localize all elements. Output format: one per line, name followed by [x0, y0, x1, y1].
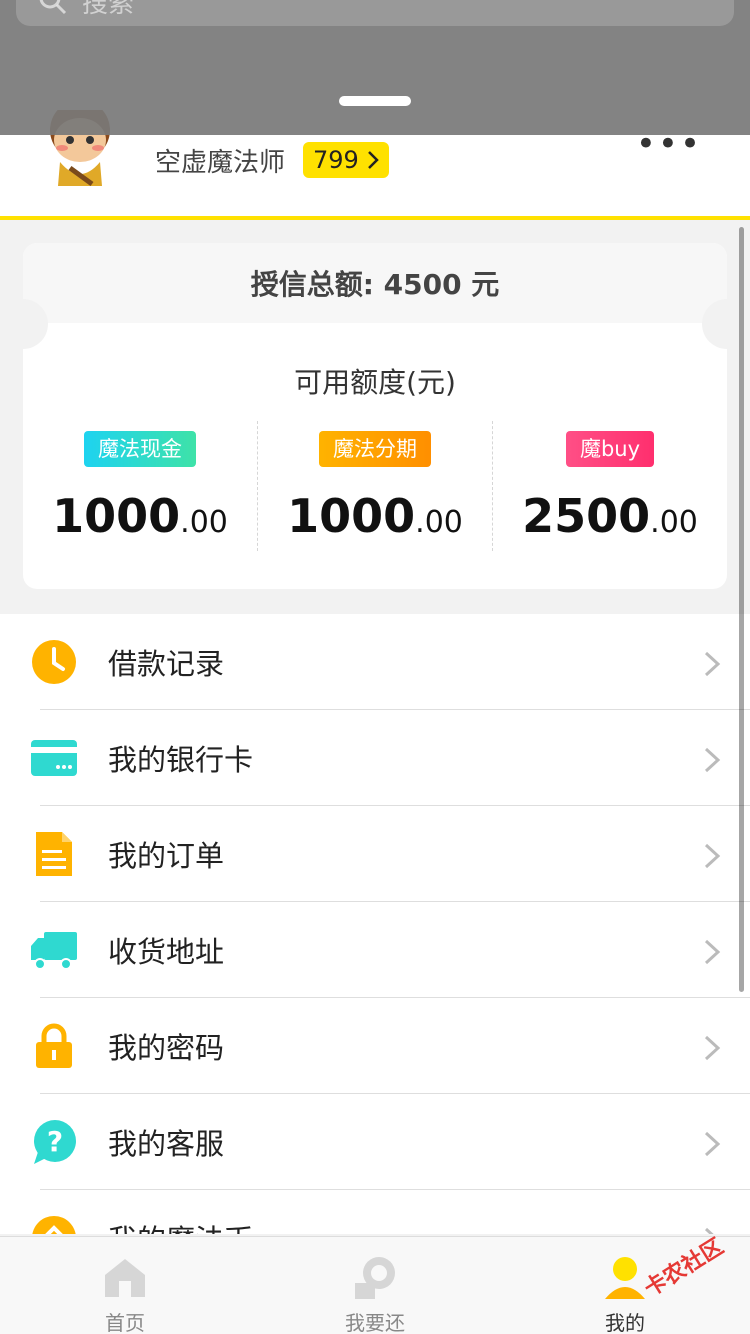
product-amount: 2500.00: [522, 489, 698, 543]
chevron-right-icon: [704, 747, 721, 773]
pull-handle[interactable]: [339, 96, 411, 106]
menu-item-customer-service[interactable]: ? 我的客服: [0, 1094, 750, 1190]
product-tag: 魔法分期: [319, 431, 431, 467]
menu-item-magic-coins[interactable]: 我的魔法币: [0, 1190, 750, 1234]
menu-item-label: 我的魔法币: [108, 1217, 253, 1234]
coin-icon: [32, 1216, 76, 1234]
product-tag: 魔buy: [565, 431, 655, 467]
tab-home[interactable]: 首页: [0, 1237, 250, 1334]
menu-item-loan-records[interactable]: 借款记录: [0, 614, 750, 710]
card-notch-left: [0, 299, 48, 349]
credit-products: 魔法现金 1000.00 魔法分期 1000.00 魔buy 2500.00: [23, 421, 727, 551]
nickname: 空虚魔法师: [155, 148, 286, 178]
menu-item-bank-card[interactable]: 我的银行卡: [0, 710, 750, 806]
search-input[interactable]: 搜索: [16, 0, 734, 26]
delivery-truck-icon: [31, 932, 77, 970]
menu-item-label: 我的客服: [108, 1127, 225, 1161]
home-icon: [105, 1259, 145, 1297]
tab-label: 我要还: [345, 1311, 405, 1334]
bank-card-icon: [31, 740, 77, 776]
tab-bar: 首页 我要还 我的: [0, 1236, 750, 1334]
credit-product-cash[interactable]: 魔法现金 1000.00: [23, 421, 257, 551]
tab-repay[interactable]: 我要还: [250, 1237, 500, 1334]
repay-icon: [355, 1257, 395, 1299]
credit-total: 授信总额: 4500 元: [23, 243, 727, 323]
menu-item-orders[interactable]: 我的订单: [0, 806, 750, 902]
scrollbar[interactable]: [739, 227, 744, 992]
chevron-right-icon: [704, 1131, 721, 1157]
score-badge[interactable]: 799: [303, 142, 389, 178]
menu-item-label: 我的银行卡: [108, 743, 254, 777]
menu-item-label: 收货地址: [108, 935, 225, 969]
order-document-icon: [36, 832, 72, 876]
search-placeholder: 搜索: [82, 0, 135, 19]
chevron-right-icon: [367, 151, 379, 169]
menu-list: 借款记录 我的银行卡 我的订单 收货地址 我的密码 ? 我的客服 我的魔法币: [0, 614, 750, 1234]
chevron-right-icon: [704, 651, 721, 677]
menu-item-label: 我的密码: [108, 1031, 225, 1065]
credit-product-installment[interactable]: 魔法分期 1000.00: [257, 421, 492, 551]
chevron-right-icon: [704, 1035, 721, 1061]
clock-icon: [32, 640, 76, 684]
tab-label: 首页: [105, 1311, 145, 1334]
menu-item-label: 我的订单: [108, 839, 225, 873]
svg-text:?: ?: [47, 1125, 63, 1158]
help-chat-icon: ?: [34, 1120, 76, 1164]
chevron-right-icon: [704, 939, 721, 965]
available-credit-label: 可用额度(元): [294, 366, 456, 399]
credit-card: 授信总额: 4500 元 可用额度(元) 魔法现金 1000.00 魔法分期 1…: [23, 243, 727, 589]
search-icon: [39, 0, 67, 15]
menu-item-password[interactable]: 我的密码: [0, 998, 750, 1094]
lock-icon: [36, 1023, 72, 1068]
menu-item-shipping-address[interactable]: 收货地址: [0, 902, 750, 998]
chevron-right-icon: [704, 843, 721, 869]
menu-item-label: 借款记录: [108, 647, 225, 681]
product-amount: 1000.00: [287, 489, 463, 543]
score-value: 799: [313, 146, 359, 174]
product-amount: 1000.00: [52, 489, 228, 543]
credit-product-buy[interactable]: 魔buy 2500.00: [492, 421, 727, 551]
search-overlay: 搜索: [0, 0, 750, 135]
product-tag: 魔法现金: [84, 431, 196, 467]
